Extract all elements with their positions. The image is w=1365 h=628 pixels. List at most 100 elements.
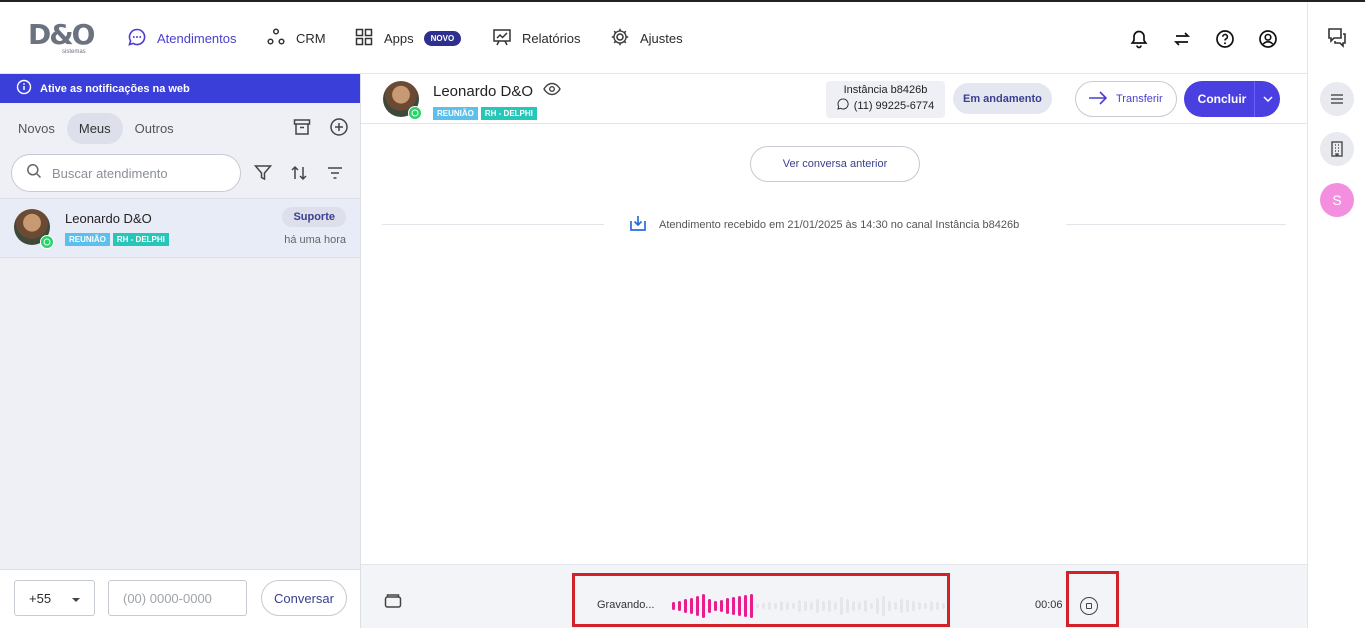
search-input[interactable] xyxy=(52,165,222,181)
chart-board-icon xyxy=(492,27,512,50)
transfer-button[interactable]: Transferir xyxy=(1075,81,1177,117)
waveform-bar-faint xyxy=(840,597,843,615)
contact-tags: REUNIÃO RH - DELPHI xyxy=(433,103,540,121)
waveform-bar-faint xyxy=(804,601,807,611)
tab-meus[interactable]: Meus xyxy=(66,113,123,144)
eye-icon[interactable] xyxy=(543,82,561,100)
instance-phone: (11) 99225-6774 xyxy=(853,99,935,112)
nav-ajustes[interactable]: Ajustes xyxy=(610,26,683,50)
conversation-tabs: Novos Meus Outros xyxy=(10,113,182,144)
waveform-bar-faint xyxy=(786,602,789,610)
waveform-bar-faint xyxy=(816,599,819,613)
waveform-bar xyxy=(726,598,729,614)
waveform-bar-faint xyxy=(774,603,777,609)
waveform-bar-faint xyxy=(768,602,771,610)
contact-name: Leonardo D&O xyxy=(433,82,534,100)
nav-label: CRM xyxy=(296,30,326,46)
waveform-bar-faint xyxy=(912,601,915,611)
received-text: Atendimento recebido em 21/01/2025 às 14… xyxy=(659,218,1020,231)
filter-lines-icon[interactable] xyxy=(323,161,347,185)
swap-arrows-icon[interactable] xyxy=(1171,28,1193,50)
building-icon[interactable] xyxy=(1320,132,1354,166)
app-logo[interactable]: D&O sistemas xyxy=(28,18,95,58)
instance-phone-row: (11) 99225-6774 xyxy=(826,98,945,113)
waveform-bar-faint xyxy=(864,600,867,612)
new-conversation-bar: +55 Conversar xyxy=(0,569,360,628)
whatsapp-icon xyxy=(408,106,422,120)
chat-bubbles-icon[interactable] xyxy=(1320,20,1354,54)
help-circle-icon[interactable] xyxy=(1214,28,1236,50)
caret-down-icon xyxy=(71,591,81,606)
waveform-bar xyxy=(720,600,723,612)
bell-icon[interactable] xyxy=(1128,28,1150,50)
menu-icon[interactable] xyxy=(1320,82,1354,116)
chevron-down-icon[interactable] xyxy=(1254,81,1280,117)
tag-rh-delphi: RH - DELPHI xyxy=(480,107,537,120)
start-conversation-button[interactable]: Conversar xyxy=(261,580,347,616)
audio-recording-bar: Gravando... 00:06 xyxy=(361,564,1307,628)
search-icon xyxy=(26,163,42,184)
add-circle-icon[interactable] xyxy=(327,115,351,139)
contact-name: Leonardo D&O xyxy=(65,211,152,226)
nav-crm[interactable]: CRM xyxy=(266,26,326,50)
waveform-bar xyxy=(684,599,687,613)
waveform-bar-faint xyxy=(810,602,813,610)
waveform-bar xyxy=(690,598,693,614)
conversation-item[interactable]: Leonardo D&O REUNIÃO RH - DELPHI Suporte … xyxy=(0,198,360,258)
top-navigation: D&O sistemas Atendimentos CRM Apps NOVO … xyxy=(0,2,1307,74)
nav-label: Atendimentos xyxy=(157,30,237,46)
recording-timer: 00:06 xyxy=(1035,599,1063,611)
user-avatar[interactable]: S xyxy=(1320,183,1354,217)
search-bar xyxy=(11,154,241,192)
contact-tags: REUNIÃO RH - DELPHI xyxy=(65,229,172,247)
conclude-button[interactable]: Concluir xyxy=(1184,81,1280,117)
conclude-label: Concluir xyxy=(1197,92,1247,106)
archive-icon[interactable] xyxy=(290,115,314,139)
waveform-bar-faint xyxy=(846,599,849,613)
user-circle-icon[interactable] xyxy=(1257,28,1279,50)
enable-notifications-banner[interactable]: Ative as notificações na web xyxy=(0,74,360,103)
waveform-bar-faint xyxy=(822,601,825,611)
waveform-bar-faint xyxy=(762,603,765,609)
attachment-icon[interactable] xyxy=(383,591,405,613)
waveform-bar-faint xyxy=(852,601,855,611)
waveform-bar xyxy=(714,601,717,611)
chat-bubble-icon xyxy=(127,27,147,50)
phone-input[interactable] xyxy=(108,580,247,616)
right-rail: S xyxy=(1307,2,1365,628)
tag-reuniao: REUNIÃO xyxy=(65,233,110,246)
tab-outros[interactable]: Outros xyxy=(127,113,182,144)
tab-novos[interactable]: Novos xyxy=(10,113,63,144)
contact-header: Leonardo D&O xyxy=(433,82,561,100)
transfer-label: Transferir xyxy=(1116,93,1163,105)
notification-text: Ative as notificações na web xyxy=(40,82,190,95)
divider xyxy=(1066,224,1286,225)
waveform-bar xyxy=(744,595,747,617)
stop-recording-icon[interactable] xyxy=(1080,597,1098,615)
waveform-bar xyxy=(732,597,735,615)
nav-label: Apps xyxy=(384,30,414,46)
previous-conversation-button[interactable]: Ver conversa anterior xyxy=(750,146,920,182)
waveform-bar-faint xyxy=(906,600,909,612)
nav-apps[interactable]: Apps NOVO xyxy=(354,26,462,50)
waveform-bar-faint xyxy=(894,602,897,610)
gear-icon xyxy=(610,27,630,50)
conversation-sidebar: Ative as notificações na web Novos Meus … xyxy=(0,74,361,628)
waveform-bar xyxy=(702,594,705,618)
inbox-download-icon xyxy=(629,214,647,235)
waveform-bar xyxy=(672,602,675,610)
received-notice: Atendimento recebido em 21/01/2025 às 14… xyxy=(629,214,1019,235)
whatsapp-outline-icon xyxy=(837,98,849,113)
nav-atendimentos[interactable]: Atendimentos xyxy=(127,26,237,50)
conversation-time: há uma hora xyxy=(284,234,346,246)
country-code-select[interactable]: +55 xyxy=(14,580,95,616)
filter-funnel-icon[interactable] xyxy=(251,161,275,185)
arrow-right-icon xyxy=(1088,90,1108,108)
waveform-bar-faint xyxy=(936,602,939,610)
nav-relatorios[interactable]: Relatórios xyxy=(492,26,581,50)
status-badge: Em andamento xyxy=(953,83,1052,114)
waveform-bar-faint xyxy=(888,601,891,611)
sort-arrows-icon[interactable] xyxy=(287,161,311,185)
nav-label: Relatórios xyxy=(522,30,581,46)
waveform-bar-faint xyxy=(930,601,933,611)
